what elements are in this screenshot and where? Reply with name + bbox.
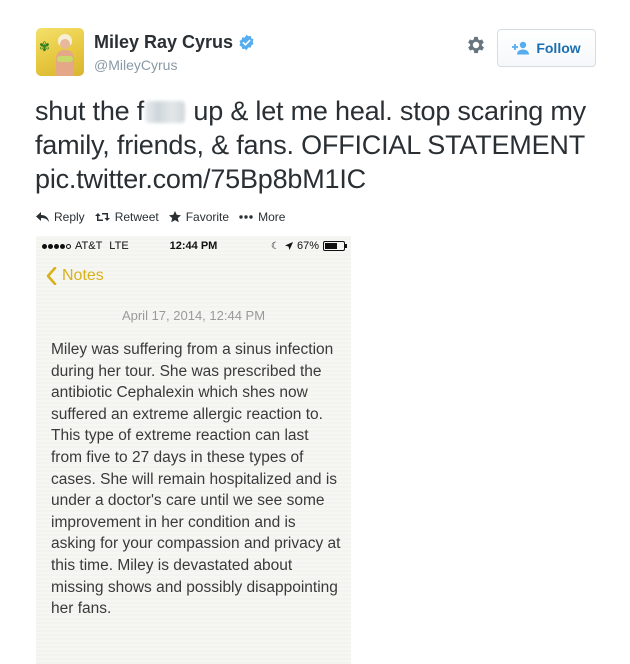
favorite-action[interactable]: Favorite [168, 210, 230, 224]
reply-icon [36, 212, 49, 222]
more-dots-icon [239, 215, 253, 219]
retweet-label: Retweet [114, 210, 159, 224]
tweet-header: ✾ Miley Ray Cyrus @MileyCyrus Follow [36, 28, 596, 78]
note-body: Miley was suffering from a sinus infecti… [51, 341, 341, 618]
battery-icon [323, 241, 347, 251]
reply-label: Reply [54, 210, 85, 224]
avatar[interactable]: ✾ [36, 28, 84, 76]
gear-icon[interactable] [465, 34, 487, 56]
avatar-figure [55, 34, 75, 76]
favorite-label: Favorite [185, 210, 230, 224]
follow-button-label: Follow [536, 40, 581, 56]
star-icon [168, 211, 181, 223]
tweet-text-part1: shut the f [35, 96, 145, 126]
location-arrow-icon [284, 242, 293, 250]
add-user-icon [512, 41, 530, 55]
leaf-icon: ✾ [39, 39, 50, 54]
display-name[interactable]: Miley Ray Cyrus [94, 32, 233, 53]
follow-button[interactable]: Follow [497, 29, 596, 67]
tweet-text: shut the f up & let me heal. stop scarin… [35, 94, 605, 196]
notes-back-button[interactable]: Notes [46, 267, 104, 285]
retweet-action[interactable]: Retweet [94, 210, 159, 224]
retweet-icon [94, 213, 110, 221]
more-label: More [258, 210, 286, 224]
battery-percent: 67% [296, 240, 319, 252]
reply-action[interactable]: Reply [36, 210, 85, 224]
attached-photo[interactable]: AT&T LTE 12:44 PM ☾ 67% Notes April 17, … [36, 236, 351, 664]
notes-back-label: Notes [62, 267, 104, 284]
verified-badge-icon [239, 34, 254, 51]
moon-icon: ☾ [271, 240, 280, 252]
censored-word [145, 101, 186, 123]
more-action[interactable]: More [239, 210, 285, 224]
chevron-left-icon [46, 267, 57, 285]
user-handle[interactable]: @MileyCyrus [94, 57, 177, 73]
phone-status-bar: AT&T LTE 12:44 PM ☾ 67% [36, 236, 351, 256]
note-date: April 17, 2014, 12:44 PM [121, 308, 266, 323]
tweet-actions: Reply Retweet Favorite More [36, 210, 295, 224]
name-row: Miley Ray Cyrus [94, 32, 255, 53]
status-right: ☾ 67% [271, 240, 347, 252]
